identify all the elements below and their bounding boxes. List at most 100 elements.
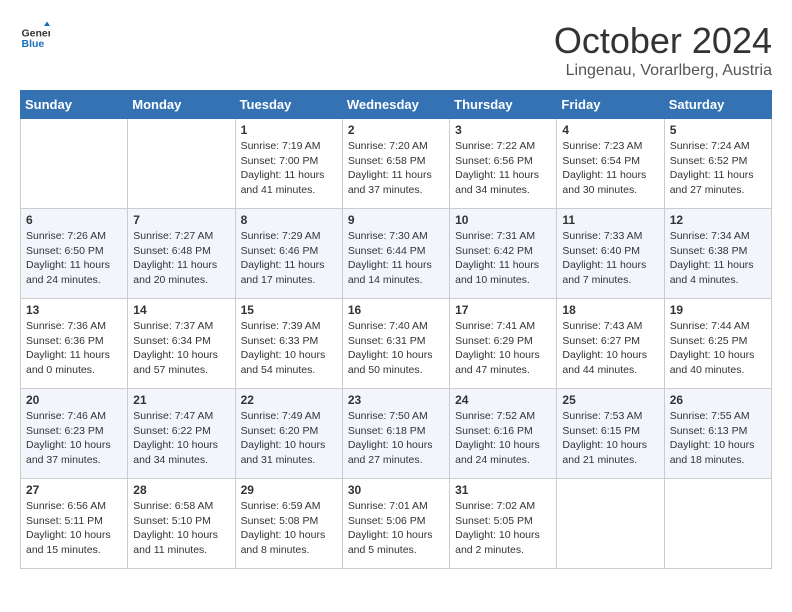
weekday-header-monday: Monday bbox=[128, 91, 235, 119]
calendar-cell: 28 Sunrise: 6:58 AMSunset: 5:10 PMDaylig… bbox=[128, 479, 235, 569]
day-info: Sunrise: 7:52 AMSunset: 6:16 PMDaylight:… bbox=[455, 409, 551, 468]
day-info: Sunrise: 7:33 AMSunset: 6:40 PMDaylight:… bbox=[562, 229, 658, 288]
calendar-week-4: 20 Sunrise: 7:46 AMSunset: 6:23 PMDaylig… bbox=[21, 389, 772, 479]
calendar-cell: 20 Sunrise: 7:46 AMSunset: 6:23 PMDaylig… bbox=[21, 389, 128, 479]
day-number: 20 bbox=[26, 393, 122, 407]
day-info: Sunrise: 7:46 AMSunset: 6:23 PMDaylight:… bbox=[26, 409, 122, 468]
day-info: Sunrise: 7:44 AMSunset: 6:25 PMDaylight:… bbox=[670, 319, 766, 378]
calendar-cell bbox=[21, 119, 128, 209]
day-info: Sunrise: 7:50 AMSunset: 6:18 PMDaylight:… bbox=[348, 409, 444, 468]
day-number: 27 bbox=[26, 483, 122, 497]
day-info: Sunrise: 7:24 AMSunset: 6:52 PMDaylight:… bbox=[670, 139, 766, 198]
day-info: Sunrise: 6:59 AMSunset: 5:08 PMDaylight:… bbox=[241, 499, 337, 558]
calendar-cell: 1 Sunrise: 7:19 AMSunset: 7:00 PMDayligh… bbox=[235, 119, 342, 209]
weekday-header-friday: Friday bbox=[557, 91, 664, 119]
day-info: Sunrise: 7:53 AMSunset: 6:15 PMDaylight:… bbox=[562, 409, 658, 468]
day-number: 15 bbox=[241, 303, 337, 317]
calendar-cell: 27 Sunrise: 6:56 AMSunset: 5:11 PMDaylig… bbox=[21, 479, 128, 569]
day-info: Sunrise: 6:58 AMSunset: 5:10 PMDaylight:… bbox=[133, 499, 229, 558]
day-number: 5 bbox=[670, 123, 766, 137]
day-number: 11 bbox=[562, 213, 658, 227]
day-number: 9 bbox=[348, 213, 444, 227]
calendar-cell: 13 Sunrise: 7:36 AMSunset: 6:36 PMDaylig… bbox=[21, 299, 128, 389]
header-area: General Blue October 2024 Lingenau, Vora… bbox=[20, 20, 772, 80]
day-info: Sunrise: 7:41 AMSunset: 6:29 PMDaylight:… bbox=[455, 319, 551, 378]
day-number: 30 bbox=[348, 483, 444, 497]
calendar-week-3: 13 Sunrise: 7:36 AMSunset: 6:36 PMDaylig… bbox=[21, 299, 772, 389]
location-title: Lingenau, Vorarlberg, Austria bbox=[554, 62, 772, 80]
day-number: 7 bbox=[133, 213, 229, 227]
calendar-cell: 31 Sunrise: 7:02 AMSunset: 5:05 PMDaylig… bbox=[450, 479, 557, 569]
day-number: 28 bbox=[133, 483, 229, 497]
calendar-cell: 25 Sunrise: 7:53 AMSunset: 6:15 PMDaylig… bbox=[557, 389, 664, 479]
day-number: 26 bbox=[670, 393, 766, 407]
calendar-cell: 12 Sunrise: 7:34 AMSunset: 6:38 PMDaylig… bbox=[664, 209, 771, 299]
day-number: 23 bbox=[348, 393, 444, 407]
day-number: 2 bbox=[348, 123, 444, 137]
day-info: Sunrise: 7:30 AMSunset: 6:44 PMDaylight:… bbox=[348, 229, 444, 288]
day-number: 4 bbox=[562, 123, 658, 137]
day-info: Sunrise: 7:40 AMSunset: 6:31 PMDaylight:… bbox=[348, 319, 444, 378]
calendar-cell: 14 Sunrise: 7:37 AMSunset: 6:34 PMDaylig… bbox=[128, 299, 235, 389]
day-info: Sunrise: 7:19 AMSunset: 7:00 PMDaylight:… bbox=[241, 139, 337, 198]
day-info: Sunrise: 7:43 AMSunset: 6:27 PMDaylight:… bbox=[562, 319, 658, 378]
day-number: 21 bbox=[133, 393, 229, 407]
calendar-cell: 26 Sunrise: 7:55 AMSunset: 6:13 PMDaylig… bbox=[664, 389, 771, 479]
weekday-header-sunday: Sunday bbox=[21, 91, 128, 119]
day-info: Sunrise: 7:34 AMSunset: 6:38 PMDaylight:… bbox=[670, 229, 766, 288]
calendar-cell: 10 Sunrise: 7:31 AMSunset: 6:42 PMDaylig… bbox=[450, 209, 557, 299]
day-number: 13 bbox=[26, 303, 122, 317]
calendar-cell bbox=[664, 479, 771, 569]
calendar-cell: 11 Sunrise: 7:33 AMSunset: 6:40 PMDaylig… bbox=[557, 209, 664, 299]
day-info: Sunrise: 7:26 AMSunset: 6:50 PMDaylight:… bbox=[26, 229, 122, 288]
day-info: Sunrise: 7:23 AMSunset: 6:54 PMDaylight:… bbox=[562, 139, 658, 198]
day-number: 12 bbox=[670, 213, 766, 227]
calendar-cell: 5 Sunrise: 7:24 AMSunset: 6:52 PMDayligh… bbox=[664, 119, 771, 209]
day-info: Sunrise: 7:36 AMSunset: 6:36 PMDaylight:… bbox=[26, 319, 122, 378]
calendar-cell bbox=[128, 119, 235, 209]
calendar-cell: 21 Sunrise: 7:47 AMSunset: 6:22 PMDaylig… bbox=[128, 389, 235, 479]
day-info: Sunrise: 7:29 AMSunset: 6:46 PMDaylight:… bbox=[241, 229, 337, 288]
logo: General Blue bbox=[20, 20, 50, 50]
calendar-cell: 23 Sunrise: 7:50 AMSunset: 6:18 PMDaylig… bbox=[342, 389, 449, 479]
weekday-header-tuesday: Tuesday bbox=[235, 91, 342, 119]
calendar-table: SundayMondayTuesdayWednesdayThursdayFrid… bbox=[20, 90, 772, 569]
calendar-cell: 19 Sunrise: 7:44 AMSunset: 6:25 PMDaylig… bbox=[664, 299, 771, 389]
calendar-header: SundayMondayTuesdayWednesdayThursdayFrid… bbox=[21, 91, 772, 119]
day-number: 17 bbox=[455, 303, 551, 317]
day-number: 16 bbox=[348, 303, 444, 317]
calendar-cell: 3 Sunrise: 7:22 AMSunset: 6:56 PMDayligh… bbox=[450, 119, 557, 209]
day-number: 29 bbox=[241, 483, 337, 497]
calendar-cell: 30 Sunrise: 7:01 AMSunset: 5:06 PMDaylig… bbox=[342, 479, 449, 569]
day-info: Sunrise: 7:22 AMSunset: 6:56 PMDaylight:… bbox=[455, 139, 551, 198]
day-number: 31 bbox=[455, 483, 551, 497]
month-title: October 2024 bbox=[554, 20, 772, 62]
day-info: Sunrise: 7:20 AMSunset: 6:58 PMDaylight:… bbox=[348, 139, 444, 198]
calendar-cell: 16 Sunrise: 7:40 AMSunset: 6:31 PMDaylig… bbox=[342, 299, 449, 389]
calendar-cell bbox=[557, 479, 664, 569]
day-info: Sunrise: 7:27 AMSunset: 6:48 PMDaylight:… bbox=[133, 229, 229, 288]
calendar-cell: 4 Sunrise: 7:23 AMSunset: 6:54 PMDayligh… bbox=[557, 119, 664, 209]
weekday-header-wednesday: Wednesday bbox=[342, 91, 449, 119]
weekday-header-thursday: Thursday bbox=[450, 91, 557, 119]
day-number: 8 bbox=[241, 213, 337, 227]
day-info: Sunrise: 7:01 AMSunset: 5:06 PMDaylight:… bbox=[348, 499, 444, 558]
day-number: 24 bbox=[455, 393, 551, 407]
calendar-week-5: 27 Sunrise: 6:56 AMSunset: 5:11 PMDaylig… bbox=[21, 479, 772, 569]
day-info: Sunrise: 7:39 AMSunset: 6:33 PMDaylight:… bbox=[241, 319, 337, 378]
calendar-cell: 9 Sunrise: 7:30 AMSunset: 6:44 PMDayligh… bbox=[342, 209, 449, 299]
weekday-header-saturday: Saturday bbox=[664, 91, 771, 119]
calendar-cell: 7 Sunrise: 7:27 AMSunset: 6:48 PMDayligh… bbox=[128, 209, 235, 299]
calendar-body: 1 Sunrise: 7:19 AMSunset: 7:00 PMDayligh… bbox=[21, 119, 772, 569]
weekday-row: SundayMondayTuesdayWednesdayThursdayFrid… bbox=[21, 91, 772, 119]
svg-text:Blue: Blue bbox=[22, 38, 45, 50]
calendar-cell: 15 Sunrise: 7:39 AMSunset: 6:33 PMDaylig… bbox=[235, 299, 342, 389]
day-number: 25 bbox=[562, 393, 658, 407]
day-info: Sunrise: 7:37 AMSunset: 6:34 PMDaylight:… bbox=[133, 319, 229, 378]
day-number: 10 bbox=[455, 213, 551, 227]
calendar-cell: 22 Sunrise: 7:49 AMSunset: 6:20 PMDaylig… bbox=[235, 389, 342, 479]
day-info: Sunrise: 7:31 AMSunset: 6:42 PMDaylight:… bbox=[455, 229, 551, 288]
day-info: Sunrise: 7:02 AMSunset: 5:05 PMDaylight:… bbox=[455, 499, 551, 558]
calendar-cell: 6 Sunrise: 7:26 AMSunset: 6:50 PMDayligh… bbox=[21, 209, 128, 299]
calendar-week-1: 1 Sunrise: 7:19 AMSunset: 7:00 PMDayligh… bbox=[21, 119, 772, 209]
